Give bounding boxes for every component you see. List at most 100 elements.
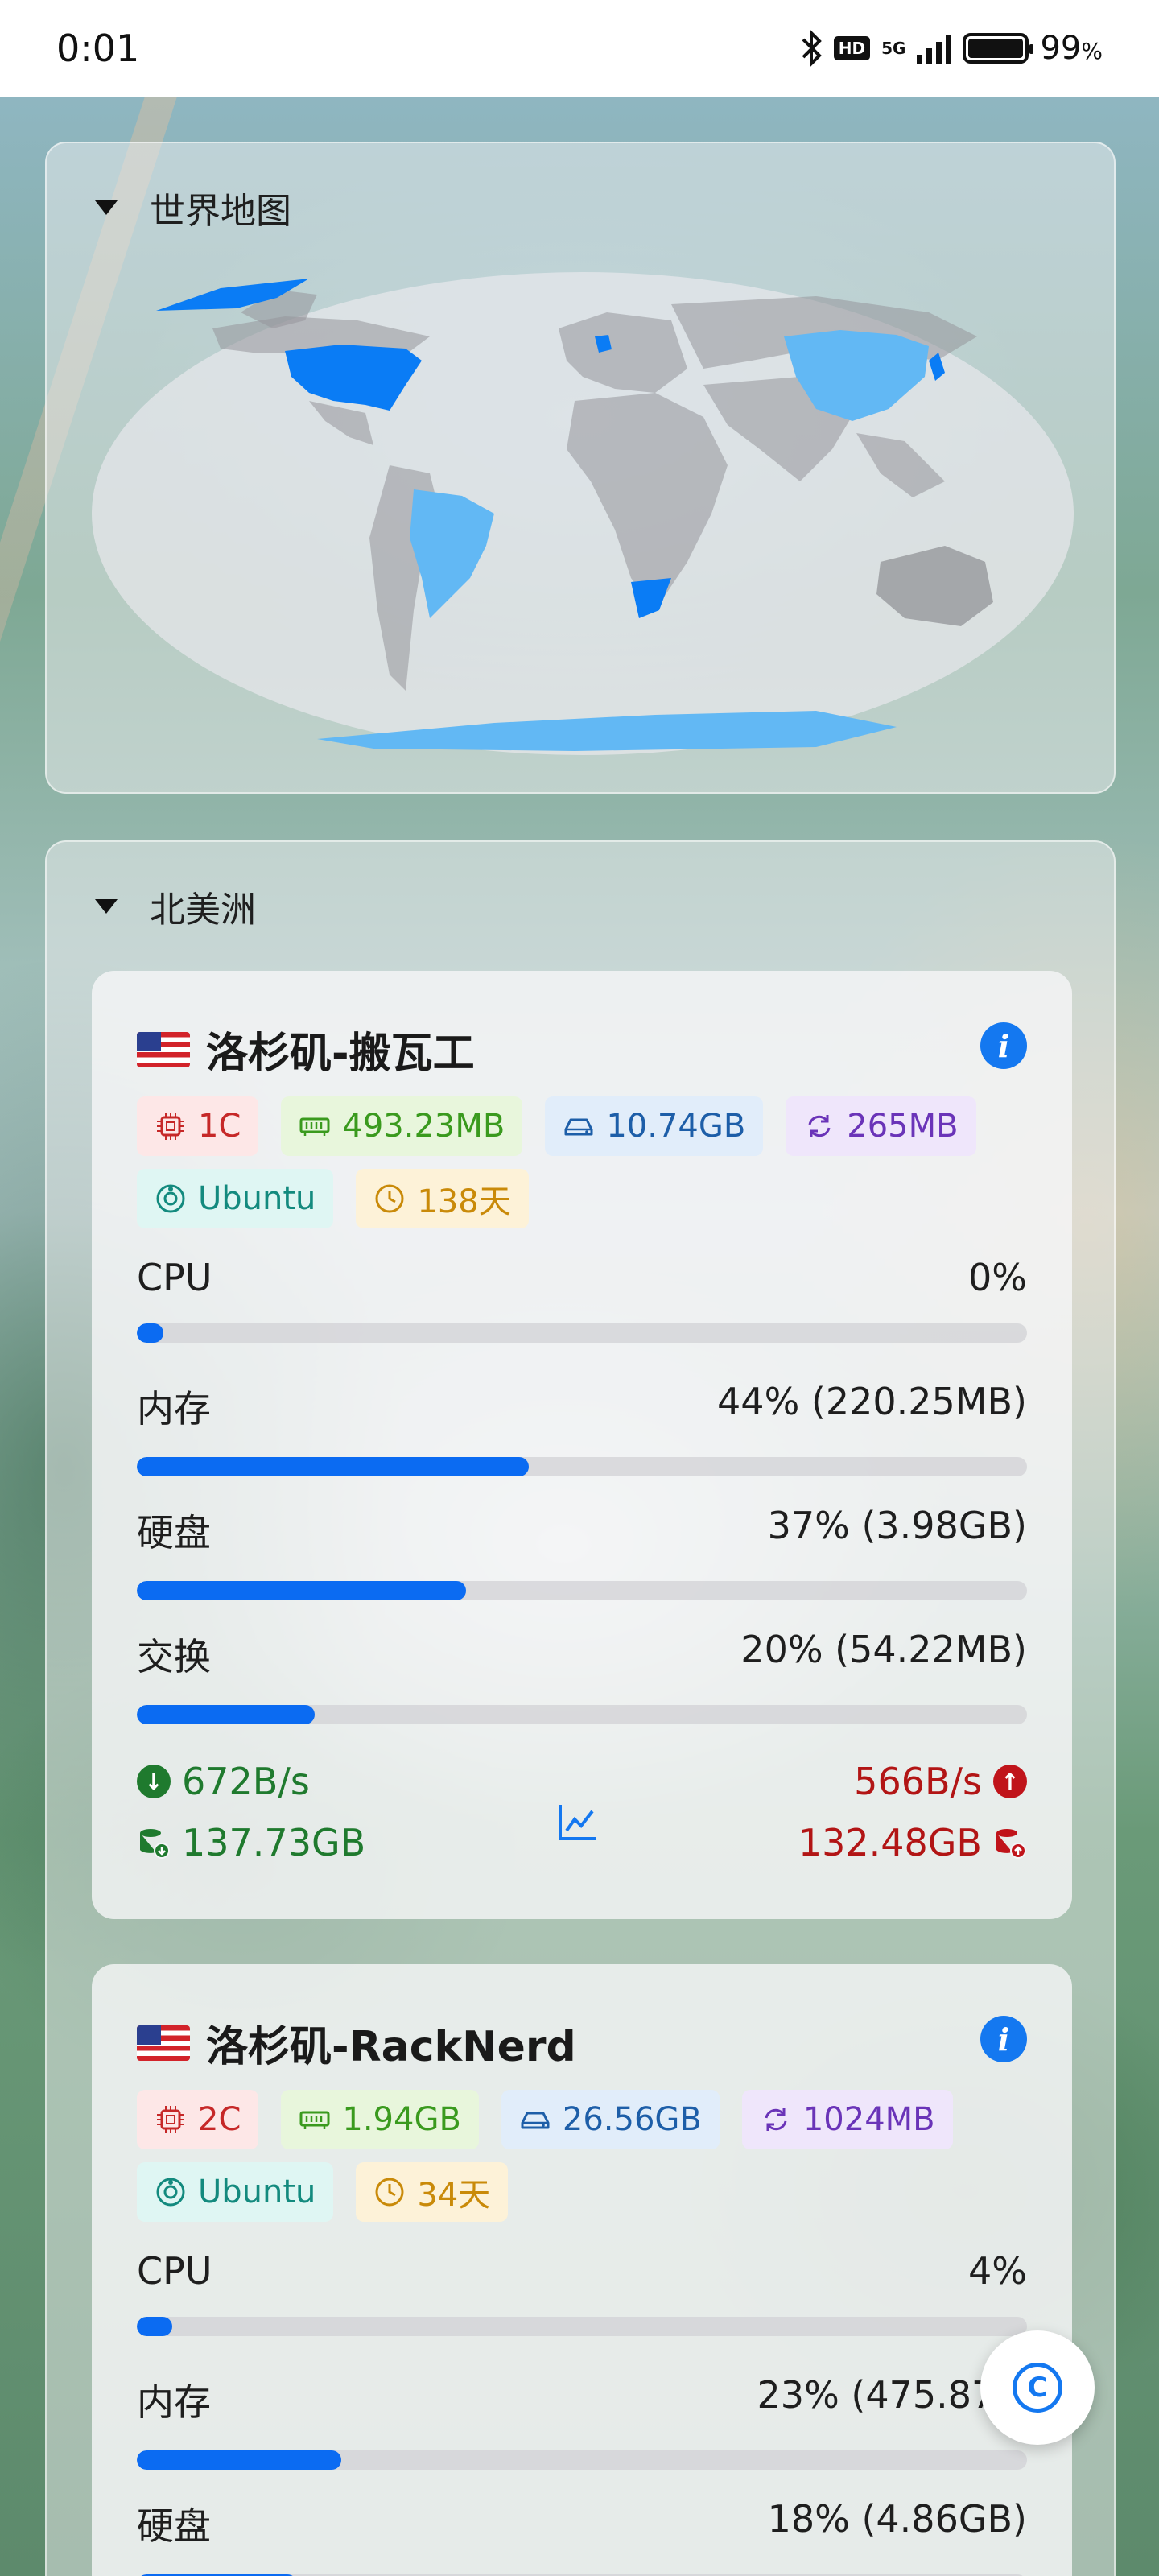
swap-tag: 265MB bbox=[786, 1096, 976, 1156]
metric-label: 内存 bbox=[137, 2380, 211, 2424]
cpu-chip-icon bbox=[157, 2106, 184, 2133]
region-header[interactable]: 北美洲 bbox=[95, 881, 256, 932]
disk-tag-value: 26.56GB bbox=[562, 2101, 702, 2138]
us-flag-icon bbox=[137, 1031, 190, 1067]
server-card[interactable]: 洛杉矶-搬瓦工 i 1C 493.23MB 10.74GB 265MB Ubun… bbox=[92, 971, 1072, 1919]
server-tags: 2C 1.94GB 26.56GB 1024MB bbox=[137, 2090, 953, 2149]
server-tags-row-2: Ubuntu 138天 bbox=[137, 1169, 529, 1228]
swap-tag: 1024MB bbox=[741, 2090, 953, 2149]
download-speed-value: 672B/s bbox=[182, 1760, 310, 1803]
ram-tag: 493.23MB bbox=[281, 1096, 523, 1156]
os-tag-value: Ubuntu bbox=[198, 1180, 316, 1217]
hd-icon: HD bbox=[833, 36, 871, 60]
metric-label: 内存 bbox=[137, 1387, 211, 1430]
progress-fill bbox=[137, 1457, 529, 1476]
status-time: 0:01 bbox=[56, 27, 140, 70]
ram-tag-value: 493.23MB bbox=[342, 1108, 505, 1145]
progress-fill bbox=[137, 1581, 467, 1600]
disk-tag: 10.74GB bbox=[545, 1096, 764, 1156]
clock-icon bbox=[375, 1184, 404, 1213]
upload-total-value: 132.48GB bbox=[798, 1821, 982, 1864]
progress-bar bbox=[137, 2317, 1027, 2336]
os-tag: Ubuntu bbox=[137, 1169, 334, 1228]
clock-icon bbox=[375, 2178, 404, 2207]
floating-copyright-button[interactable]: C bbox=[980, 2330, 1095, 2445]
progress-fill bbox=[137, 1323, 164, 1343]
metric-value: 37% (3.98GB) bbox=[767, 1504, 1027, 1547]
status-icons: HD 5G 99% bbox=[800, 30, 1103, 67]
signal-icon bbox=[917, 32, 952, 64]
ram-tag-value: 1.94GB bbox=[342, 2101, 461, 2138]
world-map-title: 世界地图 bbox=[150, 191, 291, 232]
disk-metric: 硬盘 18% (4.86GB) bbox=[137, 2497, 1027, 2576]
cpu-chip-icon bbox=[157, 1113, 184, 1140]
region-panel: 北美洲 洛杉矶-搬瓦工 i 1C 493.23MB 10.74GB 265MB bbox=[45, 840, 1116, 2576]
uptime-tag-value: 138天 bbox=[417, 1183, 511, 1220]
upload-total: 132.48GB bbox=[798, 1821, 1027, 1864]
metric-label: 硬盘 bbox=[137, 2504, 211, 2548]
memory-icon bbox=[299, 1117, 330, 1136]
server-card[interactable]: 洛杉矶-RackNerd i 2C 1.94GB 26.56GB 1024MB bbox=[92, 1964, 1072, 2576]
disk-tag: 26.56GB bbox=[501, 2090, 720, 2149]
server-name: 洛杉矶-RackNerd bbox=[206, 2023, 576, 2071]
database-download-icon bbox=[140, 1829, 170, 1859]
swap-refresh-icon bbox=[808, 1115, 831, 1137]
us-flag-icon bbox=[137, 2025, 190, 2061]
os-tag: Ubuntu bbox=[137, 2162, 334, 2222]
download-speed: ↓ 672B/s bbox=[137, 1760, 310, 1803]
memory-metric: 内存 44% (220.25MB) bbox=[137, 1380, 1027, 1476]
ubuntu-icon bbox=[156, 1184, 185, 1213]
server-title: 洛杉矶-RackNerd bbox=[137, 2013, 576, 2073]
cpu-tag: 2C bbox=[137, 2090, 259, 2149]
uptime-tag: 34天 bbox=[356, 2162, 509, 2222]
uptime-tag-value: 34天 bbox=[417, 2177, 491, 2214]
world-map-panel: 世界地图 bbox=[45, 142, 1116, 794]
network-type: 5G bbox=[881, 39, 906, 58]
metric-label: 硬盘 bbox=[137, 1511, 211, 1554]
collapse-triangle-icon[interactable] bbox=[95, 899, 118, 914]
line-chart-icon[interactable] bbox=[555, 1800, 600, 1845]
cpu-metric: CPU 0% bbox=[137, 1256, 1027, 1343]
info-icon[interactable]: i bbox=[980, 2016, 1027, 2062]
server-tags-row-2: Ubuntu 34天 bbox=[137, 2162, 509, 2222]
memory-icon bbox=[299, 2111, 330, 2129]
world-map-header[interactable]: 世界地图 bbox=[95, 182, 291, 233]
world-map[interactable] bbox=[92, 272, 1074, 755]
database-upload-icon bbox=[996, 1829, 1026, 1859]
metric-value: 20% (54.22MB) bbox=[740, 1628, 1027, 1671]
cpu-tag-value: 1C bbox=[198, 1108, 241, 1145]
swap-tag-value: 1024MB bbox=[802, 2101, 935, 2138]
progress-bar bbox=[137, 1323, 1027, 1343]
status-bar: 0:01 HD 5G 99% bbox=[0, 0, 1159, 97]
progress-bar bbox=[137, 1581, 1027, 1600]
download-total-value: 137.73GB bbox=[182, 1821, 366, 1864]
server-title: 洛杉矶-搬瓦工 bbox=[137, 1019, 475, 1080]
metric-label: CPU bbox=[137, 1256, 212, 1299]
cpu-tag: 1C bbox=[137, 1096, 259, 1156]
metric-value: 18% (4.86GB) bbox=[767, 2497, 1027, 2541]
metric-value: 44% (220.25MB) bbox=[717, 1380, 1027, 1423]
progress-bar bbox=[137, 1457, 1027, 1476]
hard-drive-icon bbox=[564, 1118, 593, 1136]
hard-drive-icon bbox=[521, 2112, 550, 2129]
server-tags: 1C 493.23MB 10.74GB 265MB bbox=[137, 1096, 976, 1156]
progress-fill bbox=[137, 1705, 316, 1724]
swap-tag-value: 265MB bbox=[847, 1108, 959, 1145]
progress-bar bbox=[137, 2450, 1027, 2470]
cpu-tag-value: 2C bbox=[198, 2101, 241, 2138]
ubuntu-icon bbox=[156, 2178, 185, 2207]
server-name: 洛杉矶-搬瓦工 bbox=[206, 1030, 475, 1078]
progress-bar bbox=[137, 1705, 1027, 1724]
battery-level: 99% bbox=[1040, 30, 1103, 67]
info-icon[interactable]: i bbox=[980, 1022, 1027, 1069]
region-title: 北美洲 bbox=[150, 890, 256, 931]
bluetooth-icon bbox=[802, 30, 822, 67]
metric-label: 交换 bbox=[137, 1635, 211, 1678]
progress-fill bbox=[137, 2317, 173, 2336]
collapse-triangle-icon[interactable] bbox=[95, 200, 118, 215]
upload-arrow-icon: ↑ bbox=[993, 1765, 1027, 1798]
upload-speed-value: 566B/s bbox=[854, 1760, 982, 1803]
copyright-icon: C bbox=[1013, 2363, 1062, 2413]
cpu-metric: CPU 4% bbox=[137, 2249, 1027, 2336]
progress-fill bbox=[137, 2450, 342, 2470]
